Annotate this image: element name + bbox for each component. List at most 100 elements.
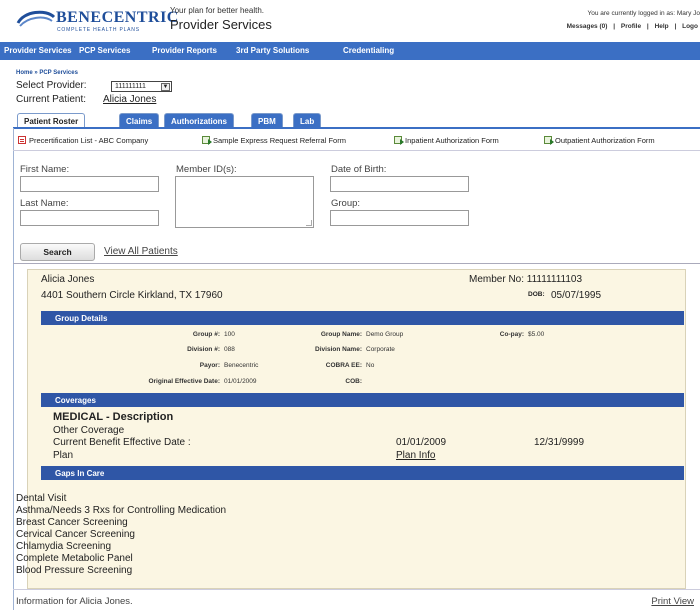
group-number-value: 100 xyxy=(224,331,235,338)
division-name-value: Corporate xyxy=(366,346,395,353)
dob-label: DOB: xyxy=(528,291,545,298)
precertification-list-link[interactable]: Precertification List - ABC Company xyxy=(18,136,148,145)
separator: | xyxy=(613,23,616,30)
tagline: Your plan for better health. xyxy=(170,6,264,15)
messages-link[interactable]: Messages (0) xyxy=(567,23,608,30)
current-patient-label: Current Patient: xyxy=(16,94,87,105)
tab-patient-roster[interactable]: Patient Roster xyxy=(17,113,86,128)
original-effective-date-label: Original Effective Date: xyxy=(148,378,220,385)
gaps-in-care-header: Gaps In Care xyxy=(41,466,684,480)
group-label: Group: xyxy=(331,198,361,209)
first-name-label: First Name: xyxy=(20,164,70,175)
resize-grip-icon[interactable] xyxy=(306,220,312,226)
document-icon xyxy=(202,136,212,145)
group-name-value: Demo Group xyxy=(366,331,404,338)
member-ids-label: Member ID(s): xyxy=(176,164,237,175)
benefit-end-date: 12/31/9999 xyxy=(534,437,585,448)
print-view-link[interactable]: Print View xyxy=(651,596,694,607)
form-link-label: Outpatient Authorization Form xyxy=(555,136,655,145)
benecentric-logo[interactable]: BENECENTRIC COMPLETE HEALTH PLANS xyxy=(16,5,178,37)
document-icon xyxy=(394,136,404,145)
list-item: Cervical Cancer Screening xyxy=(16,529,135,540)
date-of-birth-label: Date of Birth: xyxy=(331,164,387,175)
dob-value: 05/07/1995 xyxy=(551,290,602,301)
first-name-input[interactable] xyxy=(20,176,159,192)
other-coverage-label: Other Coverage xyxy=(53,425,125,436)
list-item: Asthma/Needs 3 Rxs for Controlling Medic… xyxy=(16,505,227,516)
patient-name: Alicia Jones xyxy=(41,274,95,285)
cobra-label: COBRA EE: xyxy=(325,362,362,369)
benefit-effective-date-label: Current Benefit Effective Date : xyxy=(53,437,191,448)
copay-value: $5.00 xyxy=(528,331,545,338)
user-links: Messages (0) | Profile | Help | Logo xyxy=(565,23,700,30)
patient-address: 4401 Southern Circle Kirkland, TX 17960 xyxy=(41,290,223,301)
outpatient-authorization-form-link[interactable]: Outpatient Authorization Form xyxy=(544,136,655,145)
date-of-birth-input[interactable] xyxy=(330,176,469,192)
form-link-label: Inpatient Authorization Form xyxy=(405,136,499,145)
group-name-label: Group Name: xyxy=(320,331,362,338)
list-item: Complete Metabolic Panel xyxy=(16,553,133,564)
divider xyxy=(13,150,700,151)
divider xyxy=(13,263,700,264)
breadcrumb[interactable]: Home » PCP Services xyxy=(16,70,78,76)
view-all-patients-link[interactable]: View All Patients xyxy=(104,246,178,257)
nav-provider-reports[interactable]: Provider Reports xyxy=(152,46,217,55)
separator: | xyxy=(674,23,677,30)
coverages-header: Coverages xyxy=(41,393,684,407)
group-input[interactable] xyxy=(330,210,469,226)
last-name-label: Last Name: xyxy=(20,198,69,209)
nav-credentialing[interactable]: Credentialing xyxy=(343,46,394,55)
member-ids-textarea[interactable] xyxy=(175,176,314,228)
copay-label: Co-pay: xyxy=(499,331,524,338)
division-name-label: Division Name: xyxy=(315,346,362,353)
logo-swoosh-icon xyxy=(16,10,56,27)
nav-pcp-services[interactable]: PCP Services xyxy=(79,46,130,55)
current-patient-link[interactable]: Alicia Jones xyxy=(103,94,156,105)
list-item: Chlamydia Screening xyxy=(16,541,112,552)
member-number: Member No: 11111111103 xyxy=(469,274,583,285)
tab-authorizations[interactable]: Authorizations xyxy=(164,113,234,128)
logout-link[interactable]: Logo xyxy=(682,23,698,30)
logged-in-status: You are currently logged in as: Mary Jo xyxy=(587,10,700,17)
plan-label: Plan xyxy=(53,450,74,461)
form-link-label: Precertification List - ABC Company xyxy=(29,136,149,145)
inpatient-authorization-form-link[interactable]: Inpatient Authorization Form xyxy=(394,136,499,145)
provider-select-value: 111111111 xyxy=(115,83,146,90)
tab-lab[interactable]: Lab xyxy=(293,113,322,128)
division-number-value: 088 xyxy=(224,346,235,353)
benefit-start-date: 01/01/2009 xyxy=(396,437,447,448)
provider-select[interactable]: 111111111 ▼ xyxy=(111,81,172,92)
portal-title: Provider Services xyxy=(170,17,272,32)
group-details-header: Group Details xyxy=(41,311,684,325)
pdf-icon xyxy=(18,136,26,144)
last-name-input[interactable] xyxy=(20,210,159,226)
form-link-label: Sample Express Request Referral Form xyxy=(213,136,346,145)
select-provider-label: Select Provider: xyxy=(16,80,87,91)
cobra-value: No xyxy=(366,362,375,369)
division-number-label: Division #: xyxy=(187,346,220,353)
tab-claims[interactable]: Claims xyxy=(119,113,160,128)
profile-link[interactable]: Profile xyxy=(621,23,641,30)
list-item: Dental Visit xyxy=(16,493,67,504)
group-number-label: Group #: xyxy=(192,331,220,338)
brand-subtitle: COMPLETE HEALTH PLANS xyxy=(57,27,140,33)
chevron-down-icon[interactable]: ▼ xyxy=(161,83,170,91)
help-link[interactable]: Help xyxy=(655,23,669,30)
express-referral-form-link[interactable]: Sample Express Request Referral Form xyxy=(202,136,346,145)
brand-name: BENECENTRIC xyxy=(56,9,179,26)
document-icon xyxy=(544,136,554,145)
list-item: Breast Cancer Screening xyxy=(16,517,128,528)
nav-3rd-party-solutions[interactable]: 3rd Party Solutions xyxy=(236,46,309,55)
original-effective-date-value: 01/01/2009 xyxy=(224,378,257,385)
search-button[interactable]: Search xyxy=(20,243,95,261)
list-item: Blood Pressure Screening xyxy=(16,565,133,576)
footer-info-text: Information for Alicia Jones. xyxy=(16,596,133,607)
page-header: BENECENTRIC COMPLETE HEALTH PLANS Your p… xyxy=(0,0,700,42)
nav-provider-services[interactable]: Provider Services xyxy=(4,46,72,55)
tab-pbm[interactable]: PBM xyxy=(251,113,283,128)
coverage-heading: MEDICAL - Description xyxy=(53,411,174,423)
payor-label: Payor: xyxy=(199,362,220,369)
plan-info-link[interactable]: Plan Info xyxy=(396,450,435,461)
divider xyxy=(13,589,700,590)
separator: | xyxy=(646,23,649,30)
